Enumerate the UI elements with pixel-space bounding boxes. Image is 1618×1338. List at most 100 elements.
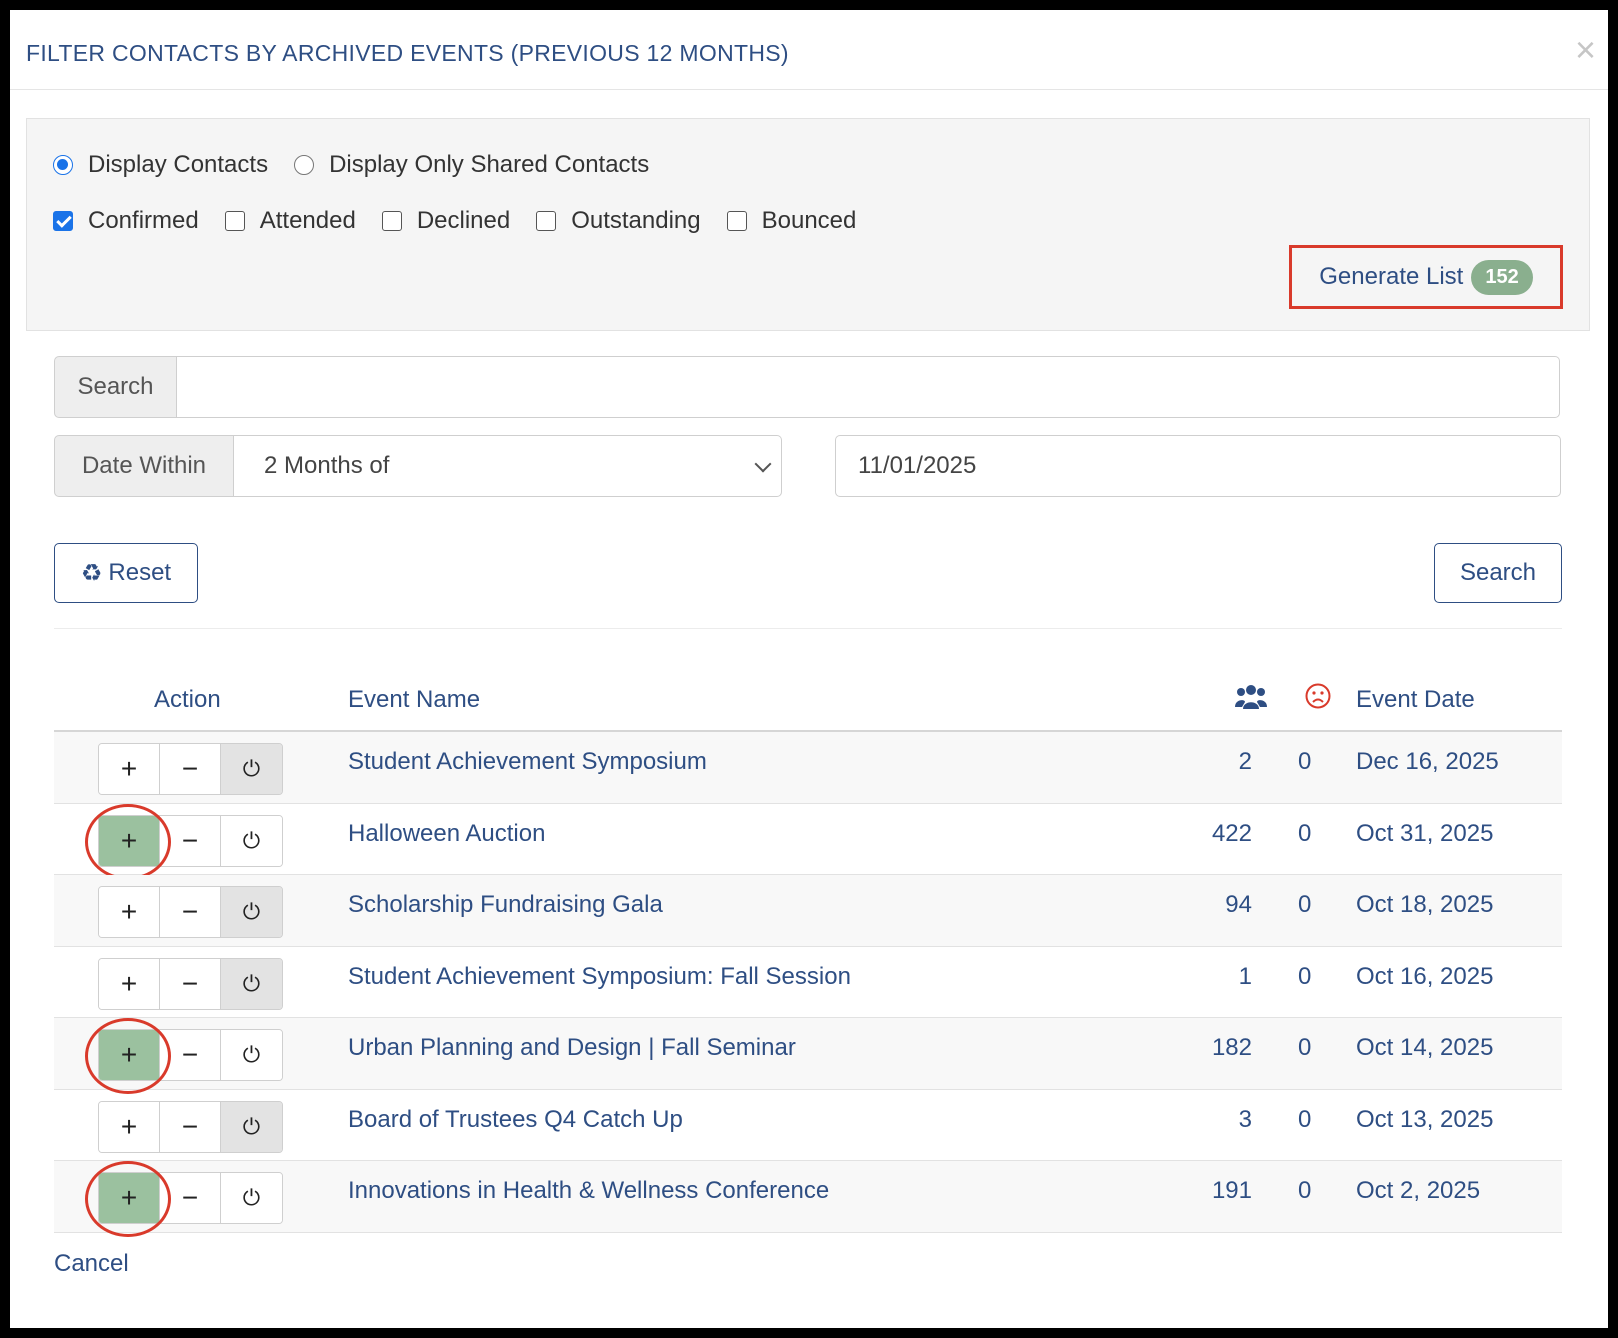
search-addon: Search xyxy=(54,356,177,418)
attendee-count: 422 xyxy=(1211,819,1252,847)
outstanding-label: Outstanding xyxy=(571,207,701,234)
row-action-group: + − ⏻ xyxy=(98,886,283,938)
display-shared-option[interactable]: Display Only Shared Contacts xyxy=(294,151,649,179)
outstanding-option[interactable]: Outstanding xyxy=(536,207,701,235)
plus-icon[interactable]: + xyxy=(99,1101,160,1152)
power-icon[interactable]: ⏻ xyxy=(221,1101,282,1152)
power-icon[interactable]: ⏻ xyxy=(221,815,282,866)
attendee-count: 94 xyxy=(1225,891,1252,918)
power-icon[interactable]: ⏻ xyxy=(221,887,282,937)
minus-icon[interactable]: − xyxy=(160,1030,221,1080)
bounced-checkbox[interactable] xyxy=(726,211,747,231)
table-body: + − ⏻ Student Achievement Symposium 2 0 Dec 16… xyxy=(54,732,1562,1237)
plus-icon[interactable]: + xyxy=(99,958,160,1009)
power-icon[interactable]: ⏻ xyxy=(221,1173,282,1223)
declined-count: 0 xyxy=(1298,819,1312,847)
event-date: Oct 18, 2025 xyxy=(1356,891,1494,918)
display-contacts-radio[interactable] xyxy=(53,155,73,175)
modal-header: FILTER CONTACTS BY ARCHIVED EVENTS (PREV… xyxy=(10,10,1608,90)
declined-count: 0 xyxy=(1298,1105,1312,1133)
table-row: + − ⏻ Urban Planning and Design | Fall Semi… xyxy=(54,1018,1562,1094)
attendee-count: 1 xyxy=(1238,962,1252,990)
declined-option[interactable]: Declined xyxy=(381,207,511,235)
minus-icon[interactable]: − xyxy=(160,887,221,937)
event-name[interactable]: Student Achievement Symposium: Fall Sess… xyxy=(348,963,851,991)
confirmed-option[interactable]: Confirmed xyxy=(53,207,199,235)
chevron-down-icon xyxy=(754,455,772,473)
row-action-group: + − ⏻ xyxy=(98,743,283,795)
filter-modal: FILTER CONTACTS BY ARCHIVED EVENTS (PREV… xyxy=(10,10,1608,1328)
generate-list-button[interactable]: Generate List 152 xyxy=(1289,245,1563,309)
search-input[interactable] xyxy=(177,356,1560,418)
plus-icon[interactable]: + xyxy=(99,1030,160,1080)
date-range-select[interactable]: 2 Months of xyxy=(234,435,782,497)
filter-panel: Display Contacts Display Only Shared Con… xyxy=(26,118,1590,331)
attended-label: Attended xyxy=(259,207,356,234)
table-row: + − ⏻ Student Achievement Symposium 2 0 Dec 16… xyxy=(54,732,1562,804)
declined-count: 0 xyxy=(1298,1034,1312,1061)
display-options: Display Contacts Display Only Shared Con… xyxy=(53,151,675,179)
event-name[interactable]: Scholarship Fundraising Gala xyxy=(348,891,663,919)
plus-icon[interactable]: + xyxy=(99,887,160,937)
minus-icon[interactable]: − xyxy=(160,1173,221,1223)
plus-icon[interactable]: + xyxy=(99,815,160,866)
close-icon[interactable]: × xyxy=(1575,32,1596,68)
event-name[interactable]: Urban Planning and Design | Fall Seminar xyxy=(348,1034,796,1062)
plus-icon[interactable]: + xyxy=(99,1173,160,1223)
declined-count: 0 xyxy=(1298,1177,1312,1204)
action-header: Action xyxy=(154,686,221,713)
power-icon[interactable]: ⏻ xyxy=(221,958,282,1009)
declined-label: Declined xyxy=(416,207,511,234)
event-date-header: Event Date xyxy=(1356,686,1475,713)
reset-button[interactable]: ♻ Reset xyxy=(54,543,198,603)
modal-title: FILTER CONTACTS BY ARCHIVED EVENTS (PREV… xyxy=(26,40,789,66)
attended-checkbox[interactable] xyxy=(224,211,245,231)
table-row: + − ⏻ Student Achievement Symposium: Fall S… xyxy=(54,947,1562,1018)
row-action-group: + − ⏻ xyxy=(98,1172,283,1224)
date-within-addon: Date Within xyxy=(54,435,234,497)
attendee-count: 2 xyxy=(1238,748,1252,775)
table-row: + − ⏻ Scholarship Fundraising Gala 94 0 Oct 18… xyxy=(54,875,1562,947)
confirmed-checkbox[interactable] xyxy=(53,211,73,231)
date-within-group: Date Within 2 Months of xyxy=(54,435,782,497)
attendee-count: 3 xyxy=(1238,1105,1252,1133)
event-name-header: Event Name xyxy=(348,686,481,713)
declined-count: 0 xyxy=(1298,891,1312,918)
event-date: Oct 14, 2025 xyxy=(1356,1034,1494,1061)
cancel-button[interactable]: Cancel xyxy=(54,1250,129,1278)
reset-label: Reset xyxy=(108,559,172,586)
display-contacts-option[interactable]: Display Contacts xyxy=(53,151,268,179)
contact-count-badge: 152 xyxy=(1471,259,1533,295)
table-row: + − ⏻ Innovations in Health & Wellness Conf… xyxy=(54,1161,1562,1237)
recycle-icon: ♻ xyxy=(80,559,103,587)
declined-count: 0 xyxy=(1298,962,1312,990)
row-action-group: + − ⏻ xyxy=(98,814,283,867)
bounced-label: Bounced xyxy=(761,207,857,234)
minus-icon[interactable]: − xyxy=(160,744,221,794)
attended-option[interactable]: Attended xyxy=(224,207,356,235)
date-range-value: 2 Months of xyxy=(264,452,390,479)
search-button[interactable]: Search xyxy=(1434,543,1562,603)
display-contacts-label: Display Contacts xyxy=(88,151,269,178)
display-shared-radio[interactable] xyxy=(294,155,315,175)
date-field[interactable]: 11/01/2025 xyxy=(835,435,1561,497)
minus-icon[interactable]: − xyxy=(160,958,221,1009)
event-name[interactable]: Halloween Auction xyxy=(348,820,545,848)
bounced-option[interactable]: Bounced xyxy=(726,207,857,235)
event-date: Oct 31, 2025 xyxy=(1356,819,1494,847)
sad-face-icon xyxy=(1304,682,1332,717)
plus-icon[interactable]: + xyxy=(99,744,160,794)
people-icon xyxy=(1234,682,1268,719)
search-group: Search xyxy=(54,356,1560,418)
event-name[interactable]: Innovations in Health & Wellness Confere… xyxy=(348,1177,829,1205)
declined-checkbox[interactable] xyxy=(381,211,402,231)
minus-icon[interactable]: − xyxy=(160,1101,221,1152)
event-name[interactable]: Student Achievement Symposium xyxy=(348,748,707,776)
row-action-group: + − ⏻ xyxy=(98,1029,283,1081)
power-icon[interactable]: ⏻ xyxy=(221,744,282,794)
event-date: Dec 16, 2025 xyxy=(1356,748,1499,775)
power-icon[interactable]: ⏻ xyxy=(221,1030,282,1080)
minus-icon[interactable]: − xyxy=(160,815,221,866)
event-name[interactable]: Board of Trustees Q4 Catch Up xyxy=(348,1106,683,1134)
outstanding-checkbox[interactable] xyxy=(536,211,557,231)
